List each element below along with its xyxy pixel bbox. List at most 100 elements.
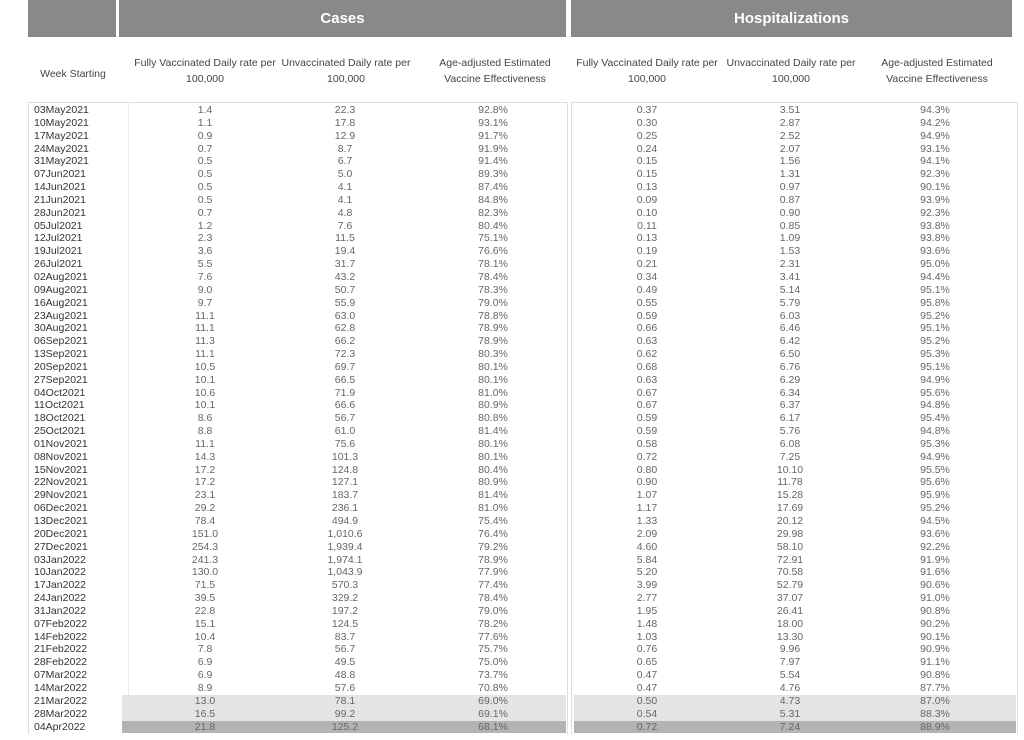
hosp-effectiveness-cell: 95.5% [920, 463, 950, 476]
hosp-effectiveness-cell: 90.1% [920, 181, 950, 194]
cases-effectiveness-cell: 75.7% [478, 643, 508, 656]
hosp-unvaccinated-rate-cell: 5.79 [779, 296, 801, 309]
table-row: 03Jan2022 241.3 1,974.1 78.9% 5.84 72.91 91.9% [0, 554, 1024, 567]
table-row: 09Aug2021 9.0 50.7 78.3% 0.49 5.14 95.1% [0, 284, 1024, 297]
hosp-vaccinated-rate-cell: 0.63 [636, 335, 658, 348]
table-row: 05Jul2021 1.2 7.6 80.4% 0.11 0.85 93.8% [0, 220, 1024, 233]
hosp-unvaccinated-rate-cell: 37.07 [776, 592, 804, 605]
cases-unvaccinated-rate-cell: 78.1 [334, 694, 356, 707]
hosp-vaccinated-rate-cell: 0.76 [636, 643, 658, 656]
week-starting-cell: 07Feb2022 [34, 617, 88, 630]
hosp-effectiveness-cell: 95.6% [920, 476, 950, 489]
table-row: 18Oct2021 8.6 56.7 80.8% 0.59 6.17 95.4% [0, 412, 1024, 425]
cases-vaccinated-rate-cell: 7.6 [197, 270, 213, 283]
hosp-effectiveness-cell: 93.9% [920, 193, 950, 206]
week-starting-cell: 09Aug2021 [34, 283, 88, 296]
hosp-effectiveness-cell: 94.8% [920, 425, 950, 438]
cases-effectiveness-cell: 81.0% [478, 386, 508, 399]
week-starting-cell: 17Jan2022 [34, 579, 86, 592]
cases-effectiveness-cell: 79.2% [478, 540, 508, 553]
cases-effectiveness-cell: 68.1% [478, 720, 508, 733]
cases-unvaccinated-rate-cell: 22.3 [334, 104, 356, 116]
cases-unvaccinated-rate-cell: 4.1 [337, 181, 353, 194]
week-starting-cell: 28Jun2021 [34, 206, 86, 219]
hosp-effectiveness-cell: 90.2% [920, 617, 950, 630]
week-starting-cell: 01Nov2021 [34, 437, 88, 450]
cases-vaccinated-rate-cell: 9.0 [197, 283, 213, 296]
hosp-unvaccinated-rate-cell: 7.24 [779, 720, 801, 733]
table-row: 22Nov2021 17.2 127.1 80.9% 0.90 11.78 95.6% [0, 476, 1024, 489]
table-row: 04Apr2022 21.8 125.2 68.1% 0.72 7.24 88.9% [0, 720, 1024, 734]
week-starting-cell: 27Sep2021 [34, 373, 88, 386]
cases-vaccinated-rate-cell: 39.5 [194, 592, 216, 605]
cases-effectiveness-cell: 75.0% [478, 656, 508, 669]
hosp-unvaccinated-rate-cell: 6.08 [779, 437, 801, 450]
hosp-vaccinated-rate-cell: 0.34 [636, 270, 658, 283]
cases-unvaccinated-rate-cell: 69.7 [334, 360, 356, 373]
cases-unvaccinated-rate-cell: 12.9 [334, 129, 356, 142]
hosp-effectiveness-header: Age-adjusted Estimated Vaccine Effective… [881, 57, 993, 85]
week-starting-cell: 24May2021 [34, 142, 89, 155]
cases-effectiveness-cell: 92.8% [478, 104, 508, 116]
table-row: 06Sep2021 11.3 66.2 78.9% 0.63 6.42 95.2% [0, 335, 1024, 348]
cases-unvaccinated-rate-cell: 197.2 [331, 604, 359, 617]
cases-vaccinated-rate-cell: 0.7 [197, 142, 213, 155]
table-row: 10May2021 1.1 17.8 93.1% 0.30 2.87 94.2% [0, 117, 1024, 130]
hosp-unvaccinated-rate-cell: 7.25 [779, 450, 801, 463]
cases-effectiveness-cell: 79.0% [478, 604, 508, 617]
table-row: 15Nov2021 17.2 124.8 80.4% 0.80 10.10 95.5% [0, 464, 1024, 477]
table-row: 06Dec2021 29.2 236.1 81.0% 1.17 17.69 95.2% [0, 502, 1024, 515]
week-starting-cell: 06Dec2021 [34, 502, 88, 515]
week-header-band [28, 0, 116, 37]
cases-vaccinated-rate-cell: 3.6 [197, 245, 213, 258]
table-row: 13Dec2021 78.4 494.9 75.4% 1.33 20.12 94.5% [0, 515, 1024, 528]
hosp-unvaccinated-rate-cell: 5.76 [779, 425, 801, 438]
table-row: 31Jan2022 22.8 197.2 79.0% 1.95 26.41 90.8% [0, 605, 1024, 618]
cases-effectiveness-cell: 78.9% [478, 322, 508, 335]
hosp-effectiveness-cell: 95.2% [920, 335, 950, 348]
hosp-vaccinated-rate-cell: 1.03 [636, 630, 658, 643]
cases-effectiveness-cell: 77.6% [478, 630, 508, 643]
hosp-unvaccinated-rate-cell: 1.53 [779, 245, 801, 258]
cases-unvaccinated-rate-cell: 43.2 [334, 270, 356, 283]
hosp-unvaccinated-rate-cell: 15.28 [776, 489, 804, 502]
week-starting-cell: 04Oct2021 [34, 386, 86, 399]
hosp-vaccinated-rate-cell: 0.58 [636, 437, 658, 450]
hosp-unvaccinated-rate-cell: 2.52 [779, 129, 801, 142]
cases-vaccinated-rate-cell: 11.1 [195, 322, 215, 335]
week-starting-cell: 16Aug2021 [34, 296, 88, 309]
cases-effectiveness-cell: 73.7% [478, 669, 508, 682]
week-starting-cell: 21Feb2022 [34, 643, 88, 656]
hosp-effectiveness-cell: 95.6% [920, 386, 950, 399]
week-starting-cell: 13Dec2021 [34, 515, 88, 527]
table-row: 07Mar2022 6.9 48.8 73.7% 0.47 5.54 90.8% [0, 669, 1024, 682]
cases-vaccinated-rate-cell: 10.1 [194, 399, 216, 412]
cases-unvaccinated-rate-cell: 56.7 [334, 643, 356, 656]
table-row: 16Aug2021 9.7 55.9 79.0% 0.55 5.79 95.8% [0, 297, 1024, 310]
hosp-vaccinated-rate-cell: 0.54 [636, 707, 658, 720]
hosp-effectiveness-cell: 91.1% [920, 656, 950, 669]
week-starting-cell: 08Nov2021 [34, 450, 88, 463]
hosp-unvaccinated-rate-cell: 2.87 [779, 116, 801, 129]
cases-effectiveness-cell: 89.3% [478, 168, 508, 181]
cases-unvaccinated-rate-cell: 66.6 [334, 399, 356, 412]
table-row: 31May2021 0.5 6.7 91.4% 0.15 1.56 94.1% [0, 155, 1024, 168]
cases-vaccinated-rate-cell: 11.3 [195, 335, 215, 348]
cases-vaccinated-rate-cell: 10.1 [194, 373, 216, 386]
cases-vaccinated-rate-cell: 78.4 [194, 515, 216, 527]
hosp-effectiveness-cell: 95.1% [920, 322, 950, 335]
week-starting-cell: 19Jul2021 [34, 245, 83, 258]
cases-vaccinated-rate-cell: 11.1 [195, 437, 215, 450]
hosp-effectiveness-cell: 90.6% [920, 579, 950, 592]
cases-effectiveness-cell: 81.0% [478, 502, 508, 515]
hosp-effectiveness-cell: 95.9% [920, 489, 950, 502]
hosp-vaccinated-rate-cell: 0.90 [636, 476, 658, 489]
hosp-effectiveness-cell: 94.5% [920, 515, 950, 527]
table-row: 26Jul2021 5.5 31.7 78.1% 0.21 2.31 95.0% [0, 258, 1024, 271]
cases-vaccinated-rate-cell: 0.5 [197, 168, 213, 181]
cases-vaccinated-rate-cell: 10.4 [194, 630, 216, 643]
hosp-effectiveness-cell: 93.1% [920, 142, 950, 155]
cases-unvaccinated-rate-cell: 31.7 [334, 258, 356, 271]
hosp-effectiveness-cell: 95.2% [920, 309, 950, 322]
cases-vaccinated-rate-cell: 5.5 [197, 258, 213, 271]
